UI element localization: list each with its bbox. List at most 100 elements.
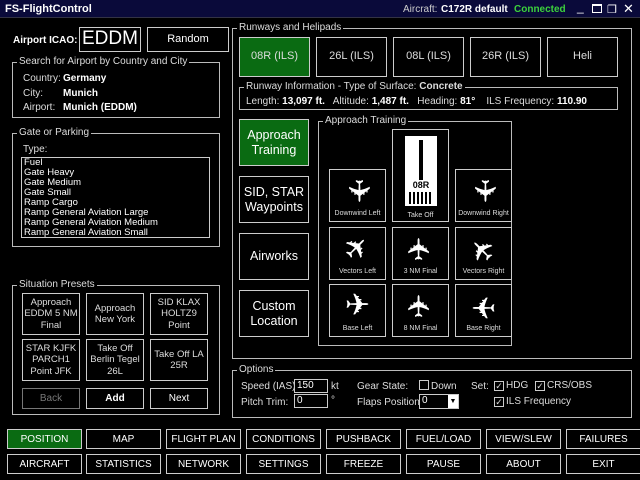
nav-button-pause[interactable]: PAUSE	[406, 454, 481, 474]
presets-group-title: Situation Presets	[17, 279, 97, 290]
runway-info-title-text: Runway Information - Type of Surface:	[246, 81, 416, 92]
runway-button[interactable]: 26L (ILS)	[316, 37, 387, 77]
altitude-label: Altitude:	[333, 96, 369, 107]
hdg-checkbox[interactable]: ✓HDG	[494, 380, 528, 391]
preset-button[interactable]: STAR KJFK PARCH1 Point JFK	[22, 339, 80, 381]
mode-approach-training-button[interactable]: Approach Training	[239, 119, 309, 166]
presets-add-button[interactable]: Add	[86, 388, 144, 409]
runway-centerline	[419, 140, 423, 180]
tile-caption: Take Off	[393, 212, 448, 219]
ils-checkbox[interactable]: ✓ILS Frequency	[494, 396, 571, 407]
altitude-value: 1,487 ft.	[372, 96, 409, 107]
runway-info-title: Runway Information - Type of Surface: Co…	[244, 81, 465, 92]
trim-label: Pitch Trim:	[241, 397, 288, 408]
surface-value: Concrete	[419, 81, 462, 92]
runway-button[interactable]: 26R (ILS)	[470, 37, 541, 77]
tile-3-nm-final[interactable]: ✈3 NM Final	[392, 227, 449, 280]
speed-unit: kt	[331, 381, 339, 392]
ils-check-icon[interactable]: ✓	[494, 397, 504, 407]
nav-button-failures[interactable]: FAILURES	[566, 429, 640, 449]
tile-downwind-left[interactable]: ✈Downwind Left	[329, 169, 386, 222]
airplane-icon: ✈	[330, 287, 385, 325]
crs-check-icon[interactable]: ✓	[535, 381, 545, 391]
nav-button-aircraft[interactable]: AIRCRAFT	[7, 454, 82, 474]
nav-button-flight-plan[interactable]: FLIGHT PLAN	[166, 429, 241, 449]
connection-status: Connected	[514, 4, 566, 15]
runway-button[interactable]: Heli	[547, 37, 618, 77]
aircraft-label: Aircraft:	[403, 4, 437, 15]
nav-button-map[interactable]: MAP	[86, 429, 161, 449]
aircraft-name: C172R default	[441, 4, 508, 15]
preset-button[interactable]: Take Off Berlin Tegel 26L	[86, 339, 144, 381]
preset-button[interactable]: SID KLAX HOLTZ9 Point	[150, 293, 208, 335]
nav-button-conditions[interactable]: CONDITIONS	[246, 429, 321, 449]
icao-label: Airport ICAO:	[13, 35, 77, 46]
presets-back-button[interactable]: Back	[22, 388, 80, 409]
trim-input[interactable]: 0	[294, 394, 328, 408]
mode-airworks-button[interactable]: Airworks	[239, 233, 309, 280]
ils-checkbox-label: ILS Frequency	[506, 396, 571, 407]
nav-button-network[interactable]: NETWORK	[166, 454, 241, 474]
tile-caption: Base Right	[456, 325, 511, 332]
options-title: Options	[237, 364, 275, 375]
preset-button[interactable]: Approach EDDM 5 NM Final	[22, 293, 80, 335]
tile-vectors-right[interactable]: ✈Vectors Right	[455, 227, 512, 280]
nav-button-position[interactable]: POSITION	[7, 429, 82, 449]
ils-label: ILS Frequency:	[486, 96, 554, 107]
mode-sid-star-button[interactable]: SID, STAR Waypoints	[239, 176, 309, 223]
nav-button-about[interactable]: ABOUT	[486, 454, 561, 474]
runway-button[interactable]: 08L (ILS)	[393, 37, 464, 77]
nav-button-freeze[interactable]: FREEZE	[326, 454, 401, 474]
country-label: Country:	[23, 73, 61, 84]
chevron-down-icon[interactable]: ▼	[448, 395, 458, 408]
runway-icon: 08R	[405, 136, 437, 206]
preset-button[interactable]: Take Off LA 25R	[150, 339, 208, 381]
gear-checkbox-box[interactable]	[419, 380, 429, 390]
preset-button[interactable]: Approach New York	[86, 293, 144, 335]
heading-value: 81°	[460, 96, 475, 107]
ils-value: 110.90	[557, 96, 587, 107]
icao-input[interactable]: EDDM	[79, 27, 141, 52]
flaps-select[interactable]: 0▼	[419, 394, 459, 409]
approach-training-title: Approach Training	[323, 115, 408, 126]
airplane-icon: ✈	[402, 279, 440, 334]
airport-label: Airport:	[23, 102, 55, 113]
airport-value[interactable]: Munich (EDDM)	[63, 102, 137, 113]
hdg-check-icon[interactable]: ✓	[494, 381, 504, 391]
hdg-label: HDG	[506, 380, 528, 391]
airplane-icon: ✈	[402, 222, 440, 277]
runway-button[interactable]: 08R (ILS)	[239, 37, 310, 77]
minimize-icon[interactable]: _	[577, 0, 584, 14]
nav-button-pushback[interactable]: PUSHBACK	[326, 429, 401, 449]
nav-button-view-slew[interactable]: VIEW/SLEW	[486, 429, 561, 449]
tile-8-nm-final[interactable]: ✈8 NM Final	[392, 284, 449, 337]
flaps-label: Flaps Position:	[357, 397, 423, 408]
country-value[interactable]: Germany	[63, 73, 106, 84]
gear-checkbox[interactable]: Down	[419, 380, 457, 392]
tile-vectors-left[interactable]: ✈Vectors Left	[329, 227, 386, 280]
presets-next-button[interactable]: Next	[150, 388, 208, 409]
crs-checkbox[interactable]: ✓CRS/OBS	[535, 380, 592, 391]
app-title: FS-FlightControl	[5, 3, 92, 15]
gate-type-item[interactable]: Ramp General Aviation Small	[24, 228, 209, 238]
random-button[interactable]: Random	[147, 27, 229, 52]
flaps-value: 0	[422, 395, 428, 406]
tile-base-right[interactable]: ✈Base Right	[455, 284, 512, 337]
tile-downwind-right[interactable]: ✈Downwind Right	[455, 169, 512, 222]
nav-button-fuel-load[interactable]: FUEL/LOAD	[406, 429, 481, 449]
nav-button-settings[interactable]: SETTINGS	[246, 454, 321, 474]
mode-custom-location-button[interactable]: Custom Location	[239, 290, 309, 337]
restore-icon[interactable]: ❐	[607, 3, 617, 16]
nav-button-exit[interactable]: EXIT	[566, 454, 640, 474]
threshold-marks	[409, 192, 433, 204]
maximize-icon[interactable]	[592, 4, 602, 13]
close-icon[interactable]: ✕	[623, 1, 634, 17]
tile-take-off[interactable]: 08R Take Off	[392, 129, 449, 222]
speed-input[interactable]: 150	[294, 379, 328, 393]
gear-checkbox-label: Down	[431, 381, 457, 392]
city-value[interactable]: Munich	[63, 88, 98, 99]
nav-button-statistics[interactable]: STATISTICS	[86, 454, 161, 474]
tile-base-left[interactable]: ✈Base Left	[329, 284, 386, 337]
length-value: 13,097 ft.	[282, 96, 325, 107]
gate-type-list[interactable]: FuelGate HeavyGate MediumGate SmallRamp …	[21, 157, 210, 238]
